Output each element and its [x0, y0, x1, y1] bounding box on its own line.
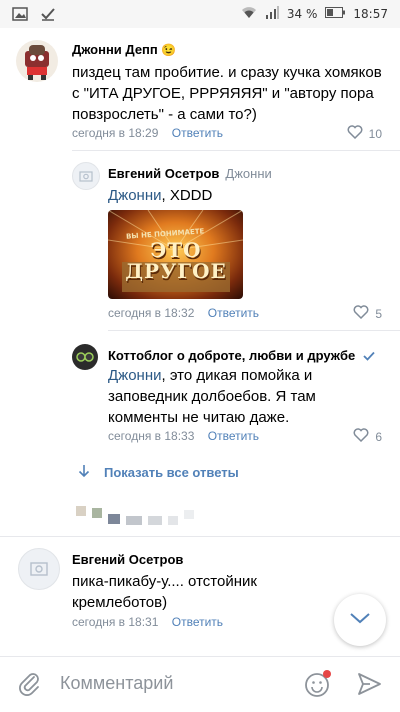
emoji-icon[interactable]	[304, 670, 332, 703]
comment-author[interactable]: Евгений Осетров Джонни	[108, 166, 272, 181]
chevron-down-icon	[349, 611, 371, 630]
battery-icon	[325, 7, 346, 21]
comment-meta: сегодня в 18:29 Ответить	[72, 126, 223, 140]
wifi-icon	[241, 6, 257, 22]
mention-link[interactable]: Джонни	[108, 187, 161, 204]
clock: 18:57	[353, 7, 388, 21]
heart-icon	[353, 305, 369, 322]
like-count: 10	[368, 126, 382, 141]
mention-link[interactable]: Джонни	[108, 367, 161, 384]
image-caption: ЭТО ДРУГОЕ	[125, 238, 227, 283]
comment-image[interactable]: ВЫ НЕ ПОНИМАЕТЕ ЭТО ДРУГОЕ	[108, 210, 243, 299]
verified-icon	[363, 349, 375, 364]
comment-compose-bar: Комментарий	[0, 656, 400, 712]
status-bar: 34 % 18:57	[0, 0, 400, 28]
comment-meta: сегодня в 18:31 Ответить	[72, 615, 223, 629]
comment-time: сегодня в 18:31	[72, 615, 159, 629]
like-button[interactable]: 5	[353, 305, 382, 322]
comment-time: сегодня в 18:29	[72, 126, 159, 140]
comment-author[interactable]: Коттоблог о доброте, любви и дружбе	[108, 348, 375, 364]
comment-text: пика-пикабу-у.... отстойник кремлеботов)	[72, 573, 257, 611]
like-count: 6	[375, 429, 382, 444]
heart-icon	[353, 428, 369, 445]
avatar[interactable]	[18, 548, 60, 590]
check-icon	[40, 7, 56, 24]
comment-text: Джонни, XDDD	[108, 187, 213, 204]
heart-icon	[347, 125, 363, 142]
battery-percent: 34 %	[286, 7, 318, 21]
reply-button[interactable]: Ответить	[208, 306, 259, 320]
comment-meta: сегодня в 18:32 Ответить	[108, 306, 259, 320]
comment-text: пиздец там пробитие. и сразу кучка хомяк…	[72, 64, 382, 123]
reply-button[interactable]: Ответить	[172, 126, 223, 140]
signal-icon	[265, 6, 279, 22]
emoji-icon: 😉	[161, 43, 177, 57]
comment-meta: сегодня в 18:33 Ответить	[108, 429, 259, 443]
comments-list: Джонни Депп 😉 пиздец там пробитие. и сра…	[0, 28, 400, 656]
comment-author[interactable]: Евгений Осетров	[72, 552, 183, 567]
divider	[72, 150, 400, 151]
scroll-down-button[interactable]	[334, 594, 386, 646]
comment-author[interactable]: Джонни Депп 😉	[72, 42, 176, 57]
comment-input[interactable]: Комментарий	[60, 673, 173, 694]
avatar[interactable]	[16, 40, 58, 82]
reply-button[interactable]: Ответить	[172, 615, 223, 629]
comment-time: сегодня в 18:32	[108, 306, 195, 320]
divider	[0, 536, 400, 537]
reply-button[interactable]: Ответить	[208, 429, 259, 443]
like-count: 5	[375, 306, 382, 321]
comment-text: Джонни, это дикая помойка и заповедник д…	[108, 367, 316, 426]
attach-icon[interactable]	[18, 671, 42, 702]
arrow-down-icon	[78, 464, 90, 481]
divider	[108, 330, 400, 331]
avatar[interactable]	[72, 344, 98, 370]
reply-to-name[interactable]: Джонни	[225, 166, 271, 181]
like-button[interactable]: 6	[353, 428, 382, 445]
comment-time: сегодня в 18:33	[108, 429, 195, 443]
blurred-comment	[76, 506, 194, 525]
like-button[interactable]: 10	[347, 125, 382, 142]
gallery-icon	[12, 7, 28, 24]
send-icon[interactable]	[356, 671, 382, 702]
avatar[interactable]	[72, 162, 100, 190]
show-all-replies-button[interactable]: Показать все ответы	[78, 464, 239, 481]
show-replies-label: Показать все ответы	[104, 465, 239, 480]
